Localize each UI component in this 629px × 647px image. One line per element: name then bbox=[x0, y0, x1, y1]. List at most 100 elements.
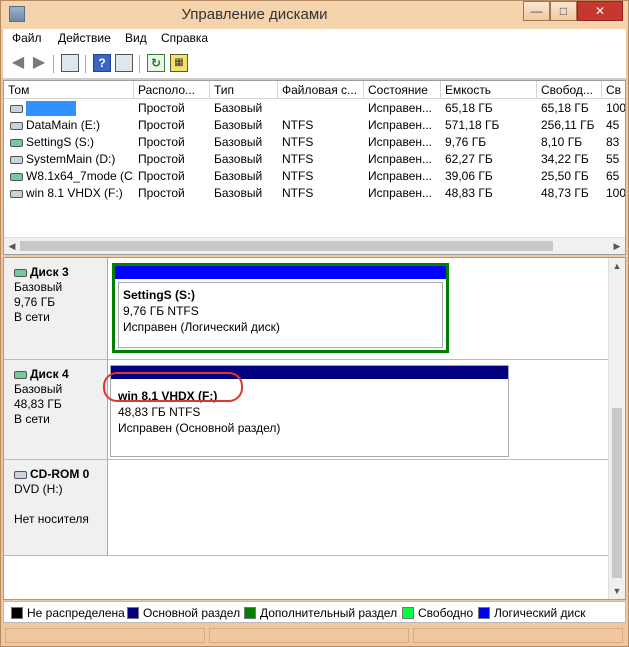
column-header-layout[interactable]: Располо... bbox=[134, 81, 210, 99]
menu-action[interactable]: Действие bbox=[58, 31, 111, 45]
title-bar[interactable]: Управление дисками — □ ✕ bbox=[1, 1, 628, 29]
type-cell: Базовый bbox=[214, 101, 263, 115]
column-header-free-percent[interactable]: Св bbox=[602, 81, 625, 99]
free-cell: 65,18 ГБ bbox=[541, 101, 589, 115]
type-cell: Базовый bbox=[214, 186, 263, 200]
disk-state: Нет носителя bbox=[14, 512, 89, 526]
column-header-status[interactable]: Состояние bbox=[364, 81, 441, 99]
layout-cell: Простой bbox=[138, 101, 185, 115]
disk-size: 48,83 ГБ bbox=[14, 397, 62, 411]
free-percent-cell: 100 bbox=[606, 101, 626, 115]
minimize-button[interactable]: — bbox=[523, 1, 550, 21]
back-icon[interactable]: ◀ bbox=[9, 54, 27, 72]
table-row[interactable]: Простой Базовый Исправен... 65,18 ГБ 65,… bbox=[4, 100, 625, 117]
free-cell: 48,73 ГБ bbox=[541, 186, 589, 200]
partition-settings-s[interactable]: SettingS (S:) 9,76 ГБ NTFS Исправен (Лог… bbox=[118, 282, 443, 348]
disk-partition-area: win 8.1 VHDX (F:) 48,83 ГБ NTFS Исправен… bbox=[103, 360, 609, 459]
maximize-button[interactable]: □ bbox=[550, 1, 577, 21]
volume-name: DataMain (E:) bbox=[26, 118, 101, 132]
layout-cell: Простой bbox=[138, 186, 185, 200]
refresh-icon[interactable]: ↻ bbox=[147, 54, 165, 72]
drive-icon bbox=[10, 189, 23, 198]
column-header-free[interactable]: Свобод... bbox=[537, 81, 602, 99]
disk-row-disk-4[interactable]: Диск 4 Базовый 48,83 ГБ В сети win 8.1 V… bbox=[4, 360, 609, 460]
show-action-pane-icon[interactable] bbox=[115, 54, 133, 72]
legend-label: Дополнительный раздел bbox=[260, 606, 398, 620]
partition-status: Исправен (Основной раздел) bbox=[118, 421, 281, 435]
volume-list-horizontal-scrollbar[interactable]: ◀ ▶ bbox=[4, 237, 625, 254]
volume-name: win 8.1 VHDX (F:) bbox=[26, 186, 123, 200]
menu-file[interactable]: Файл bbox=[12, 31, 42, 45]
scroll-down-icon[interactable]: ▼ bbox=[609, 583, 625, 599]
disk-type: Базовый bbox=[14, 382, 63, 396]
column-header-filesystem[interactable]: Файловая с... bbox=[278, 81, 364, 99]
column-header-volume[interactable]: Том bbox=[4, 81, 134, 99]
highlight-annotation bbox=[103, 372, 243, 402]
scroll-right-icon[interactable]: ▶ bbox=[609, 238, 625, 254]
free-cell: 34,22 ГБ bbox=[541, 152, 589, 166]
console-tree-icon[interactable] bbox=[61, 54, 79, 72]
scroll-left-icon[interactable]: ◀ bbox=[4, 238, 20, 254]
disk-info[interactable]: CD-ROM 0 DVD (H:) Нет носителя bbox=[4, 460, 108, 555]
filesystem-cell: NTFS bbox=[282, 135, 314, 149]
legend-item-primary: Основной раздел bbox=[127, 605, 240, 621]
layout-cell: Простой bbox=[138, 152, 185, 166]
table-row[interactable]: W8.1x64_7mode (C:) Простой Базовый NTFS … bbox=[4, 168, 625, 185]
volume-name: W8.1x64_7mode (C:) bbox=[26, 169, 134, 183]
free-cell: 8,10 ГБ bbox=[541, 135, 583, 149]
drive-icon bbox=[10, 121, 23, 130]
extended-partition[interactable]: SettingS (S:) 9,76 ГБ NTFS Исправен (Лог… bbox=[112, 263, 449, 353]
legend: Не распределена Основной раздел Дополнит… bbox=[3, 601, 626, 623]
column-header-capacity[interactable]: Емкость bbox=[441, 81, 537, 99]
legend-swatch bbox=[402, 607, 414, 619]
disk-row-disk-3[interactable]: Диск 3 Базовый 9,76 ГБ В сети SettingS (… bbox=[4, 258, 609, 360]
table-row[interactable]: win 8.1 VHDX (F:) Простой Базовый NTFS И… bbox=[4, 185, 625, 202]
free-percent-cell: 55 bbox=[606, 152, 620, 166]
disk-state: В сети bbox=[14, 412, 50, 426]
type-cell: Базовый bbox=[214, 152, 263, 166]
properties-icon[interactable]: ▦ bbox=[170, 54, 188, 72]
scroll-up-icon[interactable]: ▲ bbox=[609, 258, 625, 274]
disk-row-cdrom-0[interactable]: CD-ROM 0 DVD (H:) Нет носителя bbox=[4, 460, 609, 556]
status-bar bbox=[3, 625, 626, 645]
volume-name: SystemMain (D:) bbox=[26, 152, 116, 166]
volume-name-cell bbox=[6, 100, 134, 117]
disk-info[interactable]: Диск 3 Базовый 9,76 ГБ В сети bbox=[4, 258, 108, 359]
close-button[interactable]: ✕ bbox=[577, 1, 623, 21]
table-row[interactable]: SettingS (S:) Простой Базовый NTFS Испра… bbox=[4, 134, 625, 151]
volume-name-cell: win 8.1 VHDX (F:) bbox=[6, 185, 134, 202]
disk-pane-vertical-scrollbar[interactable]: ▲ ▼ bbox=[608, 258, 625, 599]
disk-info[interactable]: Диск 4 Базовый 48,83 ГБ В сети bbox=[4, 360, 108, 459]
toolbar-separator bbox=[53, 55, 54, 73]
table-row[interactable]: SystemMain (D:) Простой Базовый NTFS Исп… bbox=[4, 151, 625, 168]
column-header-type[interactable]: Тип bbox=[210, 81, 278, 99]
menu-help[interactable]: Справка bbox=[161, 31, 208, 45]
free-percent-cell: 65 bbox=[606, 169, 620, 183]
disk-layout-pane: Диск 3 Базовый 9,76 ГБ В сети SettingS (… bbox=[3, 257, 626, 600]
disk-management-window: Управление дисками — □ ✕ Файл Действие В… bbox=[0, 0, 629, 647]
free-cell: 25,50 ГБ bbox=[541, 169, 589, 183]
toolbar-separator bbox=[85, 55, 86, 73]
disk-size: 9,76 ГБ bbox=[14, 295, 56, 309]
table-row[interactable]: DataMain (E:) Простой Базовый NTFS Испра… bbox=[4, 117, 625, 134]
vertical-scroll-thumb[interactable] bbox=[612, 408, 622, 578]
filesystem-cell: NTFS bbox=[282, 118, 314, 132]
partition-size: 48,83 ГБ NTFS bbox=[118, 405, 201, 419]
layout-cell: Простой bbox=[138, 169, 185, 183]
help-icon[interactable]: ? bbox=[93, 54, 111, 72]
maximize-icon: □ bbox=[559, 4, 568, 18]
disk-partition-area bbox=[109, 460, 609, 555]
disk-label: CD-ROM 0 bbox=[14, 467, 107, 482]
disk-partition-area: SettingS (S:) 9,76 ГБ NTFS Исправен (Лог… bbox=[109, 258, 609, 359]
menu-view[interactable]: Вид bbox=[125, 31, 147, 45]
status-cell: Исправен... bbox=[368, 118, 433, 132]
volume-rows: Простой Базовый Исправен... 65,18 ГБ 65,… bbox=[4, 100, 625, 202]
legend-item-free: Свободно bbox=[402, 605, 473, 621]
forward-icon[interactable]: ▶ bbox=[30, 54, 48, 72]
disk-name: Диск 4 bbox=[30, 367, 69, 381]
horizontal-scroll-thumb[interactable] bbox=[20, 241, 553, 251]
capacity-cell: 62,27 ГБ bbox=[445, 152, 493, 166]
status-cell: Исправен... bbox=[368, 135, 433, 149]
legend-swatch bbox=[11, 607, 23, 619]
